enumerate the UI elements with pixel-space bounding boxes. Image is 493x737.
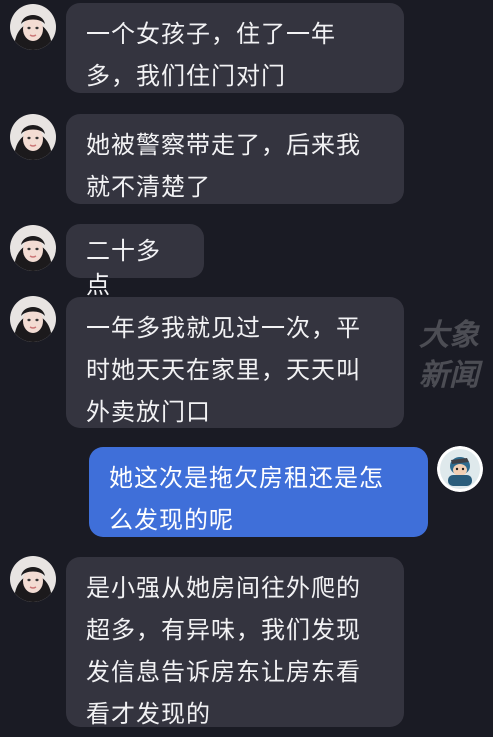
contact-avatar[interactable] [10, 225, 56, 271]
message-bubble[interactable]: 她被警察带走了，后来我就不清楚了 [66, 114, 404, 204]
message-bubble[interactable]: 二十多点 [66, 224, 204, 299]
woman-portrait-icon [10, 114, 56, 160]
woman-portrait-icon [10, 4, 56, 50]
message-text: 一年多我就见过一次，平时她天天在家里，天天叫外卖放门口 [86, 314, 361, 426]
message-bubble[interactable]: 是小强从她房间往外爬的超多，有异味，我们发现发信息告诉房东让房东看看才发现的 [66, 557, 404, 728]
cartoon-character-icon [437, 446, 483, 492]
message-bubble[interactable]: 一年多我就见过一次，平时她天天在家里，天天叫外卖放门口 [66, 297, 404, 428]
message-text: 二十多点 [86, 237, 161, 299]
watermark-line-2: 新闻 [419, 358, 479, 393]
contact-avatar[interactable] [10, 296, 56, 342]
user-avatar[interactable] [437, 446, 483, 492]
contact-avatar[interactable] [10, 556, 56, 602]
message-text: 她被警察带走了，后来我就不清楚了 [86, 131, 361, 201]
woman-portrait-icon [10, 296, 56, 342]
woman-portrait-icon [10, 556, 56, 602]
message-bubble[interactable]: 一个女孩子，住了一年多，我们住门对门 [66, 3, 404, 93]
contact-avatar[interactable] [10, 114, 56, 160]
message-text: 是小强从她房间往外爬的超多，有异味，我们发现发信息告诉房东让房东看看才发现的 [86, 574, 361, 728]
watermark-line-1: 大象 [419, 318, 479, 353]
contact-avatar[interactable] [10, 4, 56, 50]
message-bubble[interactable]: 她这次是拖欠房租还是怎么发现的呢 [89, 447, 428, 537]
news-watermark: 大象 新闻 [419, 316, 493, 396]
woman-portrait-icon [10, 225, 56, 271]
message-text: 她这次是拖欠房租还是怎么发现的呢 [109, 464, 384, 534]
message-text: 一个女孩子，住了一年多，我们住门对门 [86, 20, 336, 90]
chat-thread: 一个女孩子，住了一年多，我们住门对门 她被警察带走了，后来我就不清楚了 二十多点… [0, 0, 493, 737]
